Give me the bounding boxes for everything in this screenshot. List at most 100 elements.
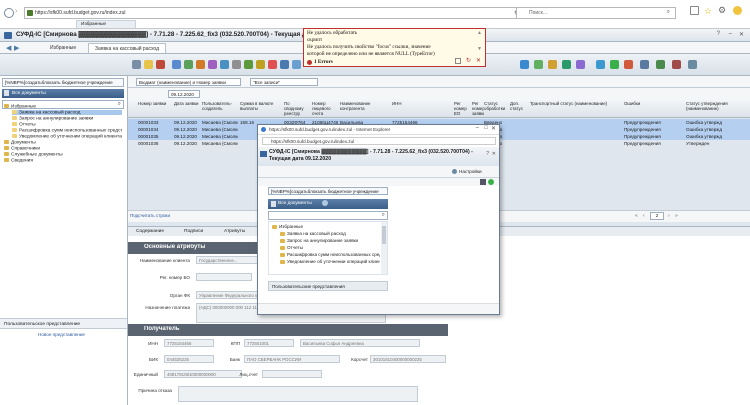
nav-forward-icon[interactable]: ▶ [14, 44, 19, 52]
history-icon[interactable] [576, 60, 585, 69]
tab-signatures[interactable]: Подписи [184, 229, 203, 234]
refresh-grid-icon[interactable] [244, 60, 253, 69]
popup-ok-icon[interactable] [488, 179, 494, 185]
view-select[interactable]: Вюдмат (наименование) и Номер заявки [136, 78, 241, 86]
tab-cash-request[interactable]: Заявка на кассовый расход [88, 43, 167, 53]
print-icon[interactable] [208, 60, 217, 69]
help-icon[interactable]: ? [717, 31, 720, 37]
popup-maximize-icon[interactable]: □ [484, 125, 488, 131]
gear-icon[interactable]: ⚙ [718, 5, 726, 16]
first-page-icon[interactable]: « [635, 213, 638, 219]
error-close-icon[interactable]: ✕ [476, 57, 481, 64]
column-header[interactable]: ИНН [392, 101, 452, 117]
regnum-field[interactable] [196, 273, 252, 281]
copy-icon[interactable] [172, 60, 181, 69]
reason-field[interactable] [178, 386, 418, 402]
tab-attributes[interactable]: Атрибуты [224, 229, 245, 234]
archive-icon[interactable] [256, 60, 265, 69]
error-scroll-up-icon[interactable]: ▲ [477, 31, 482, 36]
ls-field[interactable] [262, 370, 322, 378]
nav-back-icon[interactable]: ◀ [6, 44, 11, 52]
popup-app-close-icon[interactable]: ✕ [492, 151, 496, 157]
forward-icon[interactable]: › [15, 8, 23, 18]
last-page-icon[interactable]: » [675, 213, 678, 219]
column-header[interactable]: Ошибки [624, 101, 684, 117]
error-refresh-icon[interactable]: ↻ [466, 57, 471, 64]
prev-page-icon[interactable]: ‹ [643, 213, 645, 219]
close-icon[interactable]: ✕ [739, 31, 744, 38]
tab-content[interactable]: Содержание [136, 229, 164, 234]
send-icon[interactable] [196, 60, 205, 69]
popup-settings-label[interactable]: Настройки [459, 169, 482, 174]
column-header[interactable]: По сводному реестру [284, 101, 310, 117]
browser-search[interactable]: Поиск... ⌕ [516, 7, 676, 19]
popup-search-icon[interactable]: ⌕ [382, 212, 385, 219]
folder-icon[interactable] [548, 60, 557, 69]
export-icon[interactable] [220, 60, 229, 69]
tree-item[interactable]: Сведения [4, 158, 122, 163]
error-scroll-down-icon[interactable]: ▼ [477, 47, 482, 52]
download-icon[interactable] [624, 60, 633, 69]
korr-field[interactable]: 30101810400000000225 [370, 355, 446, 363]
column-header[interactable]: Пользователь-создатель [202, 101, 238, 117]
popup-tree-item[interactable]: Запрос на аннулирование заявки [280, 238, 380, 243]
tree-item[interactable]: Отчеты [12, 122, 122, 127]
reject-icon[interactable] [268, 60, 277, 69]
new-doc-icon[interactable] [132, 60, 141, 69]
new-view-link[interactable]: Новое представление [38, 332, 85, 337]
popup-close-icon[interactable]: ✕ [491, 125, 496, 132]
tree-item[interactable]: Запрос на аннулирование заявки [12, 116, 122, 121]
inn-field[interactable]: 7725154466 [164, 339, 214, 347]
popup-docs-button[interactable]: Все документы [268, 199, 388, 209]
popup-minimize-icon[interactable]: – [476, 125, 479, 131]
browser-tab[interactable]: Избранные [76, 20, 136, 28]
popup-tree-scrollbar[interactable] [381, 222, 387, 274]
column-header[interactable]: Транспортный статус (наименование) [530, 101, 620, 117]
page-input[interactable]: 2 [650, 212, 664, 220]
popup-tree-item[interactable]: Отчеты [280, 245, 380, 250]
org-select[interactable]: [%NBP%]создатьблокзать бюджетное учрежде… [2, 78, 124, 87]
list-icon[interactable] [520, 60, 529, 69]
column-header[interactable]: Статус утверждения (наименование) [686, 101, 748, 117]
column-header[interactable]: Доп. статус [510, 101, 528, 117]
popup-tree-item[interactable]: Расшифровка сумм неиспользованных сред [280, 252, 380, 257]
popup-tree-item[interactable]: Избранные [272, 224, 380, 229]
column-header[interactable]: Дата заявки [174, 101, 200, 117]
address-bar[interactable]: https://sfk00.sufd.budget.gov.ru/index.z… [24, 7, 524, 19]
cancel-icon[interactable] [672, 60, 681, 69]
star-icon[interactable]: ☆ [704, 6, 712, 17]
tree-item[interactable]: Расшифровка сумм неиспользованных средст… [12, 128, 122, 133]
attach-icon[interactable] [292, 60, 301, 69]
column-header[interactable]: Сумма в валюте выплаты [240, 101, 282, 117]
column-header[interactable]: Рег номер заявки [472, 101, 484, 117]
popup-refresh-icon[interactable] [322, 200, 328, 206]
popup-tree-item[interactable]: Уведомление об уточнении операций клиент [280, 259, 380, 264]
tree-item[interactable]: Избранные [4, 104, 122, 109]
back-icon[interactable] [4, 8, 14, 18]
sign-icon[interactable] [184, 60, 193, 69]
edit-icon[interactable] [144, 60, 153, 69]
column-header[interactable]: Рег номер ЕО [454, 101, 470, 117]
settings-icon[interactable] [640, 60, 649, 69]
all-documents-button[interactable]: Все документы [2, 89, 124, 98]
popup-settings-icon[interactable] [452, 169, 457, 174]
info-icon[interactable] [280, 60, 289, 69]
popup-help-icon[interactable]: ? [486, 151, 489, 157]
filter-icon[interactable] [232, 60, 241, 69]
popup-search-input[interactable]: ⌕ [268, 211, 388, 220]
tree-item[interactable]: Документы [4, 140, 122, 145]
search-icon[interactable]: ⌕ [667, 9, 670, 16]
bank-field[interactable]: ПАО СБЕРБАНК РОССИИ [244, 355, 340, 363]
popup-tree-item[interactable]: Заявка на кассовый расход [280, 231, 380, 236]
more-icon[interactable] [688, 60, 697, 69]
tree-item[interactable]: Справочники [4, 146, 122, 151]
error-copy-icon[interactable] [455, 58, 461, 64]
upload-icon[interactable] [610, 60, 619, 69]
popup-org-select[interactable]: [%NBP%]создатьблокзать бюджетное учрежде… [268, 187, 388, 195]
column-header[interactable]: Наименование контрагента [340, 101, 390, 117]
tree-item[interactable]: Служебные документы [4, 152, 122, 157]
column-header[interactable]: Номер лицевого счета [312, 101, 338, 117]
delete-icon[interactable] [156, 60, 165, 69]
minimize-icon[interactable]: – [729, 31, 732, 37]
bik-field[interactable]: 044525225 [164, 355, 214, 363]
